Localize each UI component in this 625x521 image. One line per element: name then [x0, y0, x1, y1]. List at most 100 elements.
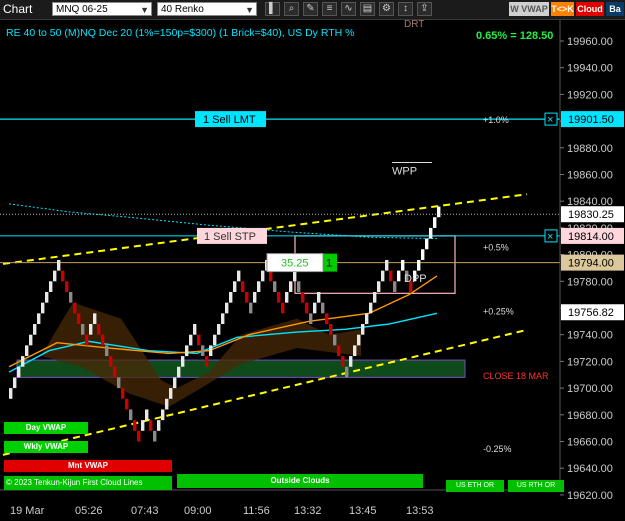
pct-label: +0.25% [483, 307, 514, 317]
renko-brick [257, 281, 261, 292]
renko-brick [429, 227, 433, 239]
renko-brick [25, 345, 29, 357]
renko-brick [433, 217, 437, 228]
renko-brick [157, 420, 161, 431]
indicator-button[interactable]: ∿ [341, 2, 356, 16]
renko-brick [249, 302, 253, 314]
y-tick-label: 19960.00 [567, 36, 613, 48]
weekly-vwap-label: Wkly VWAP [4, 441, 88, 453]
renko-brick [73, 302, 77, 314]
renko-brick [393, 281, 397, 292]
tk-toggle[interactable]: T<>K [551, 2, 574, 16]
renko-brick [333, 334, 337, 346]
share-button[interactable]: ⇪ [417, 2, 432, 16]
y-tick-label: 19620.00 [567, 490, 613, 502]
renko-brick [301, 291, 305, 303]
us-eth-or-label: US ETH OR [446, 480, 504, 492]
renko-brick [153, 430, 157, 442]
renko-brick [37, 313, 41, 325]
renko-brick [385, 259, 389, 271]
renko-brick [49, 281, 53, 292]
instrument-value: MNQ 06-25 [56, 4, 108, 15]
y-tick-label: 19660.00 [567, 437, 613, 449]
renko-brick [329, 324, 333, 335]
renko-brick [289, 281, 293, 292]
x-tick-label: 13:53 [406, 505, 434, 517]
y-tick-label: 19680.00 [567, 410, 613, 422]
cloud-toggle[interactable]: Cloud [576, 2, 604, 16]
renko-brick [317, 291, 321, 303]
y-tick-label: 19720.00 [567, 356, 613, 368]
renko-brick [217, 324, 221, 335]
window-title: Chart [3, 2, 33, 16]
chevron-down-icon: ▼ [245, 5, 254, 15]
share-icon: ⇪ [420, 3, 429, 14]
renko-brick [81, 324, 85, 335]
renko-brick [57, 259, 61, 271]
renko-brick [401, 259, 405, 271]
vertical-button[interactable]: ↕ [398, 2, 413, 16]
renko-brick [293, 270, 297, 282]
close-icon: × [547, 231, 553, 243]
renko-brick [253, 291, 257, 303]
chart-canvas[interactable]: WPP DPP 1 Sell LMT × 1 Sell STP × 35.25 1 +1.0% +… [0, 20, 625, 521]
x-tick-label: 11:56 [243, 505, 270, 517]
position-price-text: 19794.00 [568, 258, 614, 270]
pct-label: +0.5% [483, 243, 509, 253]
renko-brick [345, 366, 349, 378]
bar-type-selector[interactable]: 40 Renko ▼ [157, 2, 257, 16]
instrument-selector[interactable]: MNQ 06-25 ▼ [52, 2, 152, 16]
bar-type-button[interactable]: ▌ [265, 2, 280, 16]
renko-brick [173, 377, 177, 389]
renko-brick [417, 259, 421, 271]
pct-label: +1.0% [483, 115, 509, 125]
renko-brick [373, 291, 377, 303]
x-tick-label: 13:45 [349, 505, 377, 517]
renko-brick [149, 420, 153, 431]
renko-brick [61, 270, 65, 282]
renko-brick [245, 291, 249, 303]
renko-brick [181, 356, 185, 367]
renko-brick [229, 291, 233, 303]
dpp-label: DPP [404, 273, 427, 285]
chevron-down-icon: ▼ [140, 5, 149, 15]
strategy-icon: ≡ [326, 3, 333, 14]
renko-brick [269, 270, 273, 282]
renko-brick [277, 291, 281, 303]
drawing-button[interactable]: ✎ [303, 2, 318, 16]
performance-label: 0.65% = 128.50 [476, 30, 554, 42]
renko-brick [297, 281, 301, 292]
us-rth-or-label: US RTH OR [508, 480, 564, 492]
renko-brick [233, 281, 237, 292]
renko-brick [21, 356, 25, 367]
renko-brick [165, 398, 169, 410]
renko-brick [145, 409, 149, 421]
y-tick-label: 19640.00 [567, 463, 613, 475]
zoom-button[interactable]: ⌕ [284, 2, 299, 16]
renko-brick [93, 313, 97, 325]
renko-brick [121, 388, 125, 399]
close-label: CLOSE 18 MAR [483, 371, 549, 381]
strategy-button[interactable]: ≡ [322, 2, 337, 16]
x-tick-label: 13:32 [294, 505, 322, 517]
renko-brick [197, 334, 201, 346]
sell-stp-price-text: 19814.00 [568, 231, 614, 243]
renko-brick [365, 313, 369, 325]
x-tick-label: 19 Mar [10, 505, 45, 517]
renko-brick [205, 356, 209, 367]
renko-brick [397, 270, 401, 282]
renko-brick [285, 291, 289, 303]
renko-brick [97, 324, 101, 335]
vwap-price-text: 19756.82 [568, 307, 614, 319]
renko-brick [89, 324, 93, 335]
renko-brick [77, 313, 81, 325]
settings-button[interactable]: ⚙ [379, 2, 394, 16]
data-button[interactable]: ▤ [360, 2, 375, 16]
renko-brick [241, 281, 245, 292]
renko-brick [209, 345, 213, 357]
renko-brick [109, 356, 113, 367]
weekly-vwap-toggle[interactable]: W VWAP [509, 2, 549, 16]
renko-brick [41, 302, 45, 314]
renko-brick [321, 302, 325, 314]
extra-toggle[interactable]: Ba [606, 2, 624, 16]
